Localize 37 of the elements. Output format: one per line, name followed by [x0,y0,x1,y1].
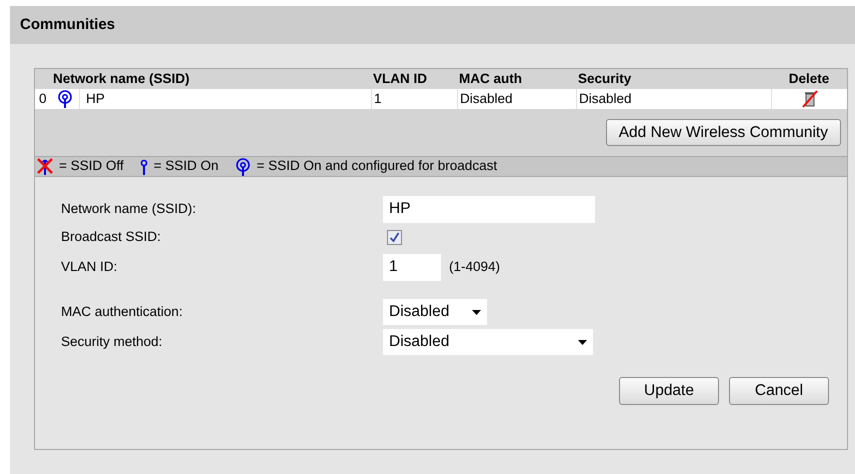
legend-label: = SSID Off [59,157,124,176]
column-header: Delete [788,70,830,88]
column-header: MAC auth [458,70,523,88]
table-row[interactable]: 0 HP 1 Disabled Disabled [35,89,847,109]
mac-auth-dropdown[interactable]: Disabled [383,299,487,325]
table-cell: HP [79,89,371,109]
broadcast-antenna-icon [234,158,251,176]
ssid-field[interactable]: HP [383,196,595,222]
table-cell: Disabled [576,89,771,109]
dropdown-caret-icon [472,310,481,314]
checkmark-icon [389,232,400,242]
vlan-id-label: VLAN ID: [61,258,118,276]
ssid-label: Network name (SSID): [61,200,198,218]
form-button[interactable]: Update [619,377,719,405]
form-button[interactable]: Cancel [729,377,829,405]
legend-label: = SSID On and configured for broadcast [256,157,498,176]
vlan-range-hint: (1-4094) [449,258,500,276]
mac-auth-label: MAC authentication: [61,302,184,321]
broadcast-ssid-label: Broadcast SSID: [61,228,162,246]
broadcast-antenna-icon [57,90,73,108]
table-cell: Disabled [457,89,576,109]
antenna-icon [140,158,148,174]
dropdown-caret-icon [578,340,587,344]
security-method-label: Security method: [61,332,164,351]
legend-label: = SSID On [154,157,219,176]
delete-icon[interactable] [800,90,818,108]
broadcast-checkbox[interactable] [387,230,402,244]
vlan-id-field[interactable]: 1 [383,254,441,280]
add-community-button[interactable]: Add New Wireless Community [606,119,841,146]
ssid-off-icon [37,158,53,176]
panel-title: Communities [20,14,116,35]
column-header: Network name (SSID) [52,70,191,88]
column-header: Security [577,70,632,88]
column-header: VLAN ID [372,70,428,88]
security-method-dropdown[interactable]: Disabled [383,329,593,355]
table-cell-text: 0 [38,90,48,108]
table-cell: 1 [371,89,457,109]
